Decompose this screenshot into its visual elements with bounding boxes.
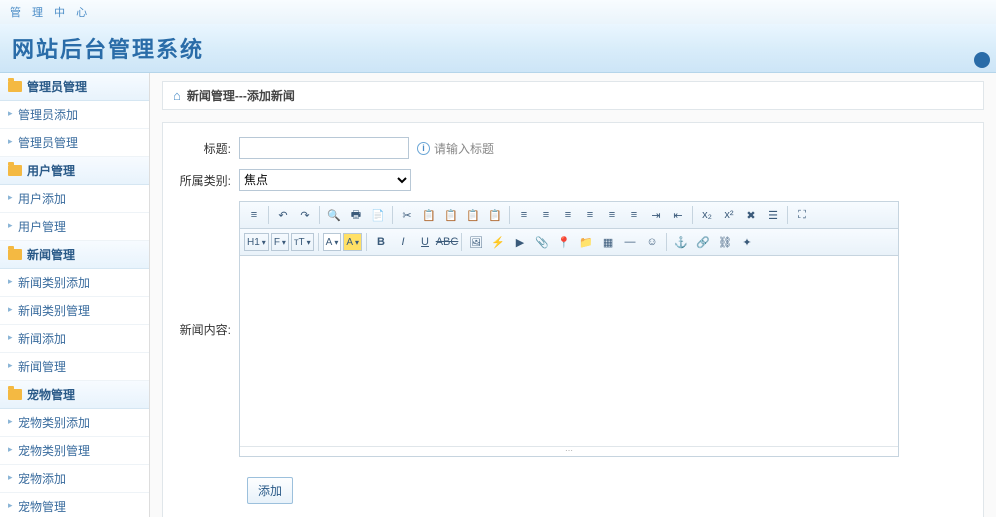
sidebar-group-label: 管理员管理 (27, 78, 87, 95)
fullscreen-icon[interactable]: ⛶ (792, 205, 812, 225)
align-justify-icon[interactable]: ≡ (580, 205, 600, 225)
source-icon[interactable]: ≡ (244, 205, 264, 225)
link-icon[interactable]: 🔗 (693, 232, 713, 252)
sidebar-item[interactable]: 用户添加 (0, 185, 149, 213)
hr-icon[interactable]: — (620, 232, 640, 252)
table-icon[interactable]: ▦ (598, 232, 618, 252)
editor-toolbar-row1: ≡ ↶ ↷ 🔍 🖶 📄 ✂ 📋 📋 📋 📋 (240, 202, 898, 229)
sidebar-item[interactable]: 管理员添加 (0, 101, 149, 129)
sidebar-item[interactable]: 管理员管理 (0, 129, 149, 157)
folder-icon (8, 165, 22, 176)
bg-color-select[interactable]: A▾ (343, 233, 362, 251)
align-center-icon[interactable]: ≡ (536, 205, 556, 225)
sidebar-group[interactable]: 新闻管理 (0, 241, 149, 269)
editor-body[interactable] (240, 256, 898, 446)
emoji-icon[interactable]: ☺ (642, 232, 662, 252)
align-right-icon[interactable]: ≡ (558, 205, 578, 225)
map-icon[interactable]: 📍 (554, 232, 574, 252)
sidebar-item[interactable]: 新闻管理 (0, 353, 149, 381)
bold-icon[interactable]: B (371, 232, 391, 252)
editor-resize-handle[interactable]: ⋯ (240, 446, 898, 456)
clear-format-icon[interactable]: ✖ (741, 205, 761, 225)
list-ol-icon[interactable]: ≡ (602, 205, 622, 225)
media-icon[interactable]: ▶ (510, 232, 530, 252)
paste-icon[interactable]: 📋 (441, 205, 461, 225)
preview-icon[interactable]: 🔍 (324, 205, 344, 225)
sidebar-item[interactable]: 新闻类别管理 (0, 297, 149, 325)
title-hint: i 请输入标题 (417, 140, 494, 157)
align-left-icon[interactable]: ≡ (514, 205, 534, 225)
sidebar-item[interactable]: 宠物类别管理 (0, 437, 149, 465)
select-all-icon[interactable]: ☰ (763, 205, 783, 225)
sidebar-item[interactable]: 新闻添加 (0, 325, 149, 353)
editor-toolbar-row2: H1▾ F▾ тT▾ A▾ A▾ B I U ABC 🖼 ⚡ (240, 229, 898, 256)
sidebar-item[interactable]: 宠物添加 (0, 465, 149, 493)
about-icon[interactable]: ✦ (737, 232, 757, 252)
font-color-select[interactable]: A▾ (323, 233, 342, 251)
cut-icon[interactable]: ✂ (397, 205, 417, 225)
image-icon[interactable]: 🖼 (466, 232, 486, 252)
folder-icon (8, 389, 22, 400)
template-icon[interactable]: 📄 (368, 205, 388, 225)
sidebar-group-label: 用户管理 (27, 162, 75, 179)
paste-word-icon[interactable]: 📋 (485, 205, 505, 225)
font-size-select[interactable]: тT▾ (291, 233, 314, 251)
sidebar-group-label: 宠物管理 (27, 386, 75, 403)
main-content: ⌂ 新闻管理---添加新闻 标题: i 请输入标题 所属类别: 焦点 新闻内容: (150, 73, 996, 517)
header-main: 网站后台管理系统 (0, 24, 996, 73)
flash-icon[interactable]: ⚡ (488, 232, 508, 252)
print-icon[interactable]: 🖶 (346, 205, 366, 225)
form-panel: 标题: i 请输入标题 所属类别: 焦点 新闻内容: ≡ (162, 122, 984, 517)
sidebar-item[interactable]: 宠物管理 (0, 493, 149, 517)
header-top-label: 管 理 中 心 (0, 0, 996, 24)
indent-icon[interactable]: ⇥ (646, 205, 666, 225)
breadcrumb-text: 新闻管理---添加新闻 (187, 87, 295, 104)
sidebar-group[interactable]: 宠物管理 (0, 381, 149, 409)
sidebar-item[interactable]: 新闻类别添加 (0, 269, 149, 297)
attach-icon[interactable]: 📎 (532, 232, 552, 252)
folder-icon (8, 81, 22, 92)
paste-text-icon[interactable]: 📋 (463, 205, 483, 225)
page-title: 网站后台管理系统 (12, 32, 984, 64)
superscript-icon[interactable]: x² (719, 205, 739, 225)
rich-editor: ≡ ↶ ↷ 🔍 🖶 📄 ✂ 📋 📋 📋 📋 (239, 201, 899, 457)
home-icon: ⌂ (173, 88, 181, 103)
title-input[interactable] (239, 137, 409, 159)
sidebar-item[interactable]: 用户管理 (0, 213, 149, 241)
undo-icon[interactable]: ↶ (273, 205, 293, 225)
italic-icon[interactable]: I (393, 232, 413, 252)
outdent-icon[interactable]: ⇤ (668, 205, 688, 225)
category-label: 所属类别: (179, 172, 239, 189)
redo-icon[interactable]: ↷ (295, 205, 315, 225)
copy-icon[interactable]: 📋 (419, 205, 439, 225)
category-select[interactable]: 焦点 (239, 169, 411, 191)
sidebar-item[interactable]: 宠物类别添加 (0, 409, 149, 437)
title-label: 标题: (179, 140, 239, 157)
underline-icon[interactable]: U (415, 232, 435, 252)
anchor-icon[interactable]: ⚓ (671, 232, 691, 252)
unlink-icon[interactable]: ⛓ (715, 232, 735, 252)
sidebar: 管理员管理管理员添加管理员管理用户管理用户添加用户管理新闻管理新闻类别添加新闻类… (0, 73, 150, 517)
breadcrumb: ⌂ 新闻管理---添加新闻 (162, 81, 984, 110)
sidebar-group-label: 新闻管理 (27, 246, 75, 263)
strike-icon[interactable]: ABC (437, 232, 457, 252)
sidebar-group[interactable]: 管理员管理 (0, 73, 149, 101)
folder-icon (8, 249, 22, 260)
header-icon (974, 52, 990, 68)
info-icon: i (417, 142, 430, 155)
heading-select[interactable]: H1▾ (244, 233, 269, 251)
content-label: 新闻内容: (179, 321, 239, 338)
font-family-select[interactable]: F▾ (271, 233, 289, 251)
subscript-icon[interactable]: x₂ (697, 205, 717, 225)
sidebar-group[interactable]: 用户管理 (0, 157, 149, 185)
file-icon[interactable]: 📁 (576, 232, 596, 252)
list-ul-icon[interactable]: ≡ (624, 205, 644, 225)
